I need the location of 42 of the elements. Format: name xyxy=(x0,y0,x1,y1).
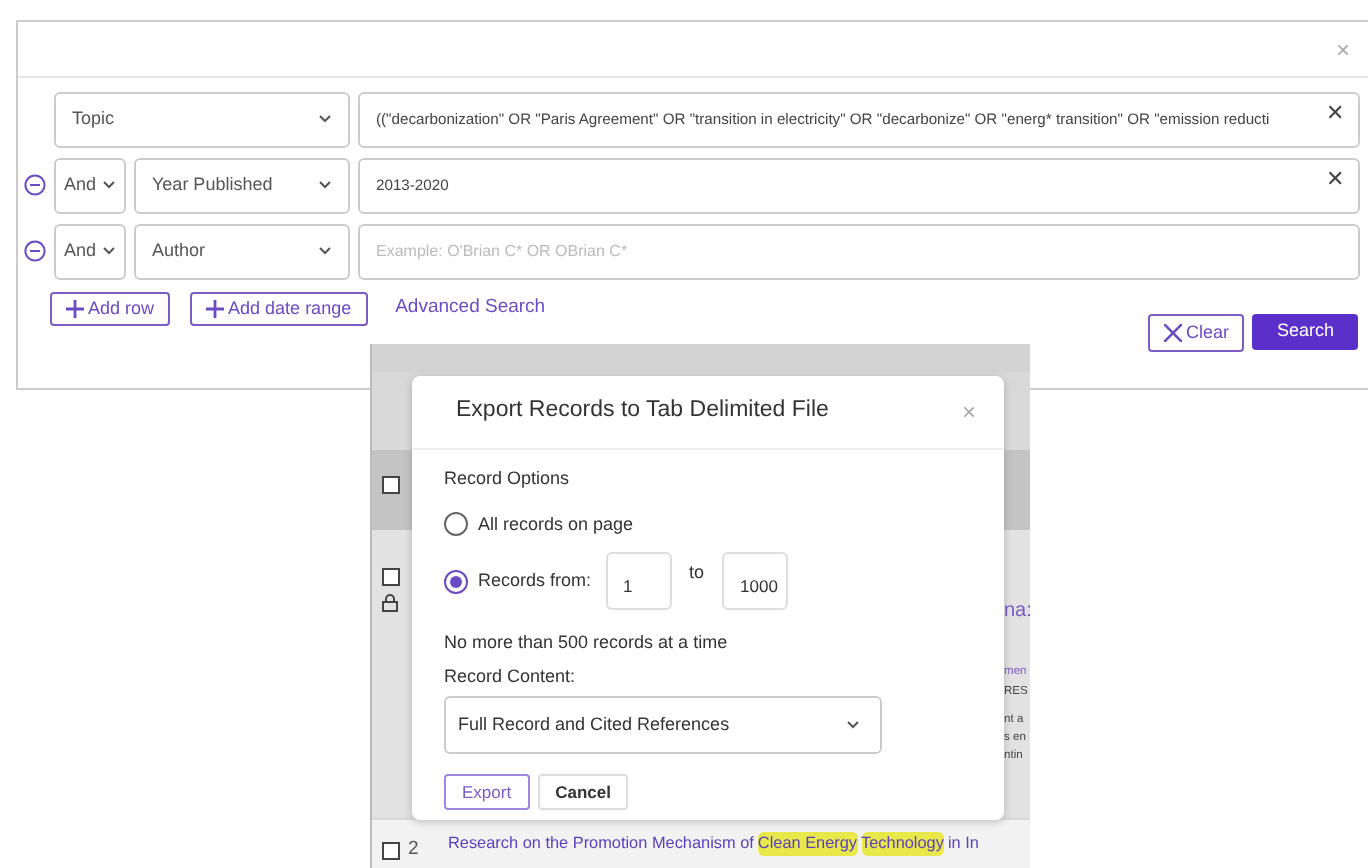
plus-icon xyxy=(66,300,84,318)
option-label: Records from: xyxy=(478,567,592,594)
plus-icon xyxy=(206,300,225,318)
radio-button[interactable] xyxy=(444,512,468,537)
dialog-button[interactable]: Export xyxy=(444,774,530,810)
caret-icon xyxy=(318,114,332,124)
from-field[interactable]: 1 xyxy=(605,552,672,610)
caret-icon xyxy=(102,246,116,256)
dialog-button[interactable]: Cancel xyxy=(537,774,629,810)
add-date-range-button[interactable]: Add date range xyxy=(190,292,368,326)
field-dropdown[interactable]: Author xyxy=(134,223,350,279)
caret-icon xyxy=(318,180,332,190)
caret-icon xyxy=(846,720,860,730)
field-dropdown[interactable]: Topic xyxy=(54,91,350,147)
operator-dropdown[interactable]: And xyxy=(54,157,126,213)
advanced-search-link[interactable]: Advanced Search xyxy=(395,294,546,324)
remove-icon[interactable] xyxy=(24,174,46,196)
clear-field-button[interactable]: ✕ xyxy=(1326,103,1344,125)
section-label: Record Options xyxy=(444,466,572,492)
add-row-button[interactable]: Add row xyxy=(50,292,171,326)
content-label: Record Content: xyxy=(444,663,578,689)
search-button[interactable]: Search xyxy=(1252,314,1358,350)
option-label: All records on page xyxy=(478,511,634,538)
operator-dropdown[interactable]: And xyxy=(54,223,126,279)
note-text: No more than 500 records at a time xyxy=(444,630,730,656)
row-checkbox[interactable] xyxy=(382,476,400,494)
remove-icon[interactable] xyxy=(24,240,46,262)
record-number: 2 xyxy=(408,836,419,864)
close-icon xyxy=(1163,324,1182,342)
radio-button[interactable] xyxy=(444,569,468,593)
field-dropdown[interactable]: Year Published xyxy=(134,157,350,213)
clear-field-button[interactable]: ✕ xyxy=(1326,169,1344,191)
to-label: to xyxy=(689,559,705,586)
caret-icon xyxy=(102,180,116,190)
caret-icon xyxy=(318,246,332,256)
query-field[interactable]: Example: O'Brian C* OR OBrian C* xyxy=(358,223,1360,279)
clear-button[interactable]: Clear xyxy=(1147,314,1245,352)
text-fragment: na: xyxy=(1004,598,1030,626)
row-checkbox[interactable] xyxy=(382,568,400,586)
dialog-title: Export Records to Tab Delimited File xyxy=(456,396,829,427)
to-field[interactable]: 1000 xyxy=(722,552,789,610)
record-content-dropdown[interactable]: Full Record and Cited References xyxy=(444,696,882,754)
